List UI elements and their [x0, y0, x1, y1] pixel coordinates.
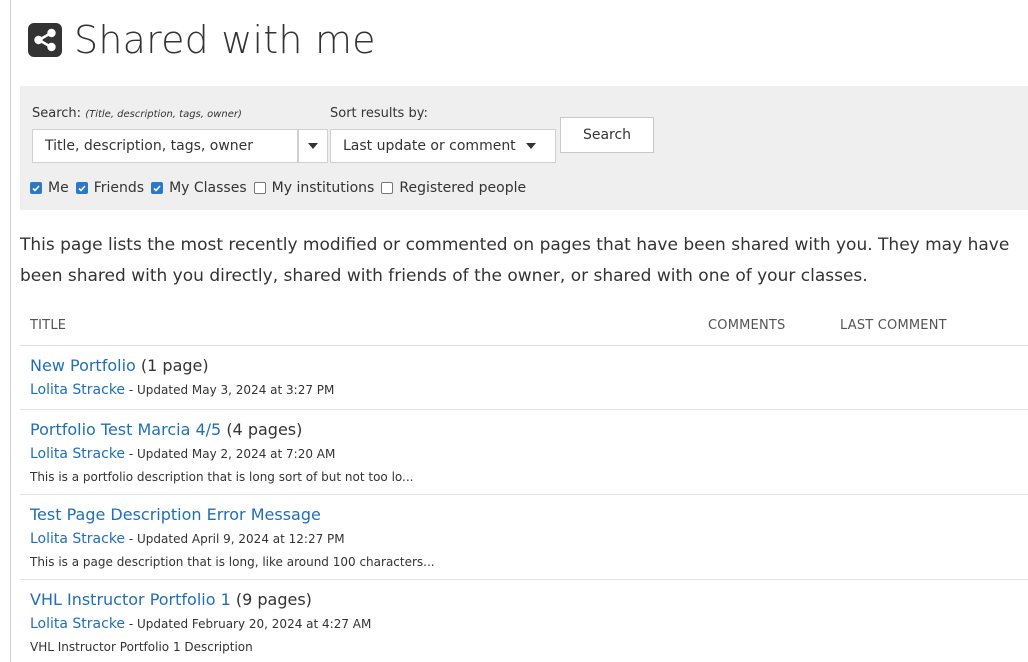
row-updated: - Updated May 3, 2024 at 3:27 PM [128, 383, 335, 397]
row-description: This is a page description that is long,… [30, 555, 435, 569]
share-icon [28, 23, 62, 57]
column-header-title: TITLE [30, 318, 67, 333]
table-row: Test Page Description Error Message Loli… [20, 495, 1028, 580]
page-title-text: Shared with me [74, 18, 376, 62]
owner-link[interactable]: Lolita Stracke [30, 382, 125, 398]
checkbox-checked-icon[interactable] [151, 182, 164, 194]
owner-link[interactable]: Lolita Stracke [30, 531, 125, 547]
search-input[interactable] [32, 129, 298, 163]
row-title: New Portfolio (1 page) [30, 356, 209, 375]
row-description: This is a portfolio description that is … [30, 470, 414, 484]
row-meta: Lolita Stracke - Updated February 20, 20… [30, 616, 371, 632]
row-title: VHL Instructor Portfolio 1 (9 pages) [30, 590, 312, 609]
filter-friends[interactable]: Friends [75, 180, 145, 196]
sort-select[interactable]: Last update or comment [330, 129, 556, 163]
search-hint: (Title, description, tags, owner) [85, 109, 242, 120]
checkbox-unchecked-icon[interactable] [253, 182, 266, 194]
filter-me[interactable]: Me [30, 180, 69, 196]
left-border [10, 0, 11, 662]
caret-down-icon [525, 143, 536, 149]
row-title-link[interactable]: Test Page Description Error Message [30, 505, 321, 524]
filter-label: Friends [93, 180, 145, 196]
column-header-comments: COMMENTS [708, 318, 786, 333]
intro-text: This page lists the most recently modifi… [20, 235, 1010, 286]
row-meta: Lolita Stracke - Updated May 3, 2024 at … [30, 382, 334, 398]
checkbox-checked-icon[interactable] [30, 182, 42, 194]
row-meta: Lolita Stracke - Updated May 2, 2024 at … [30, 446, 335, 462]
row-page-count: (9 pages) [235, 590, 312, 609]
row-description: VHL Instructor Portfolio 1 Description [30, 640, 253, 654]
row-title: Test Page Description Error Message [30, 505, 321, 524]
row-meta: Lolita Stracke - Updated April 9, 2024 a… [30, 531, 345, 547]
table-row: New Portfolio (1 page) Lolita Stracke - … [20, 346, 1028, 410]
sort-label: Sort results by: [330, 106, 428, 121]
sort-select-value: Last update or comment [343, 138, 516, 154]
page-title: Shared with me [28, 18, 376, 62]
search-panel: Search: (Title, description, tags, owner… [20, 86, 1028, 210]
filter-checkboxes: Me Friends My Classes My institutions Re… [30, 180, 533, 196]
row-updated: - Updated February 20, 2024 at 4:27 AM [128, 617, 372, 631]
checkbox-unchecked-icon[interactable] [381, 182, 394, 194]
filter-registered-people[interactable]: Registered people [381, 180, 526, 196]
table-row: Portfolio Test Marcia 4/5 (4 pages) Loli… [20, 410, 1028, 495]
search-type-dropdown[interactable] [298, 129, 328, 163]
caret-down-icon [308, 143, 318, 149]
row-title-link[interactable]: New Portfolio [30, 356, 136, 375]
search-label-text: Search: [32, 106, 82, 121]
table-row: VHL Instructor Portfolio 1 (9 pages) Lol… [20, 580, 1028, 662]
owner-link[interactable]: Lolita Stracke [30, 446, 125, 462]
row-title-link[interactable]: Portfolio Test Marcia 4/5 [30, 420, 221, 439]
row-title-link[interactable]: VHL Instructor Portfolio 1 [30, 590, 231, 609]
checkbox-checked-icon[interactable] [75, 182, 88, 194]
filter-my-classes[interactable]: My Classes [151, 180, 247, 196]
filter-my-institutions[interactable]: My institutions [253, 180, 375, 196]
search-button[interactable]: Search [560, 117, 654, 153]
row-updated: - Updated May 2, 2024 at 7:20 AM [128, 447, 336, 461]
owner-link[interactable]: Lolita Stracke [30, 616, 125, 632]
filter-label: My Classes [169, 180, 247, 196]
filter-label: My institutions [271, 180, 375, 196]
row-title: Portfolio Test Marcia 4/5 (4 pages) [30, 420, 302, 439]
row-page-count: (1 page) [140, 356, 209, 375]
row-updated: - Updated April 9, 2024 at 12:27 PM [128, 532, 345, 546]
column-header-last-comment: LAST COMMENT [840, 318, 947, 333]
filter-label: Me [48, 180, 69, 196]
row-page-count: (4 pages) [226, 420, 303, 439]
filter-label: Registered people [399, 180, 527, 196]
search-label: Search: (Title, description, tags, owner… [32, 106, 242, 121]
